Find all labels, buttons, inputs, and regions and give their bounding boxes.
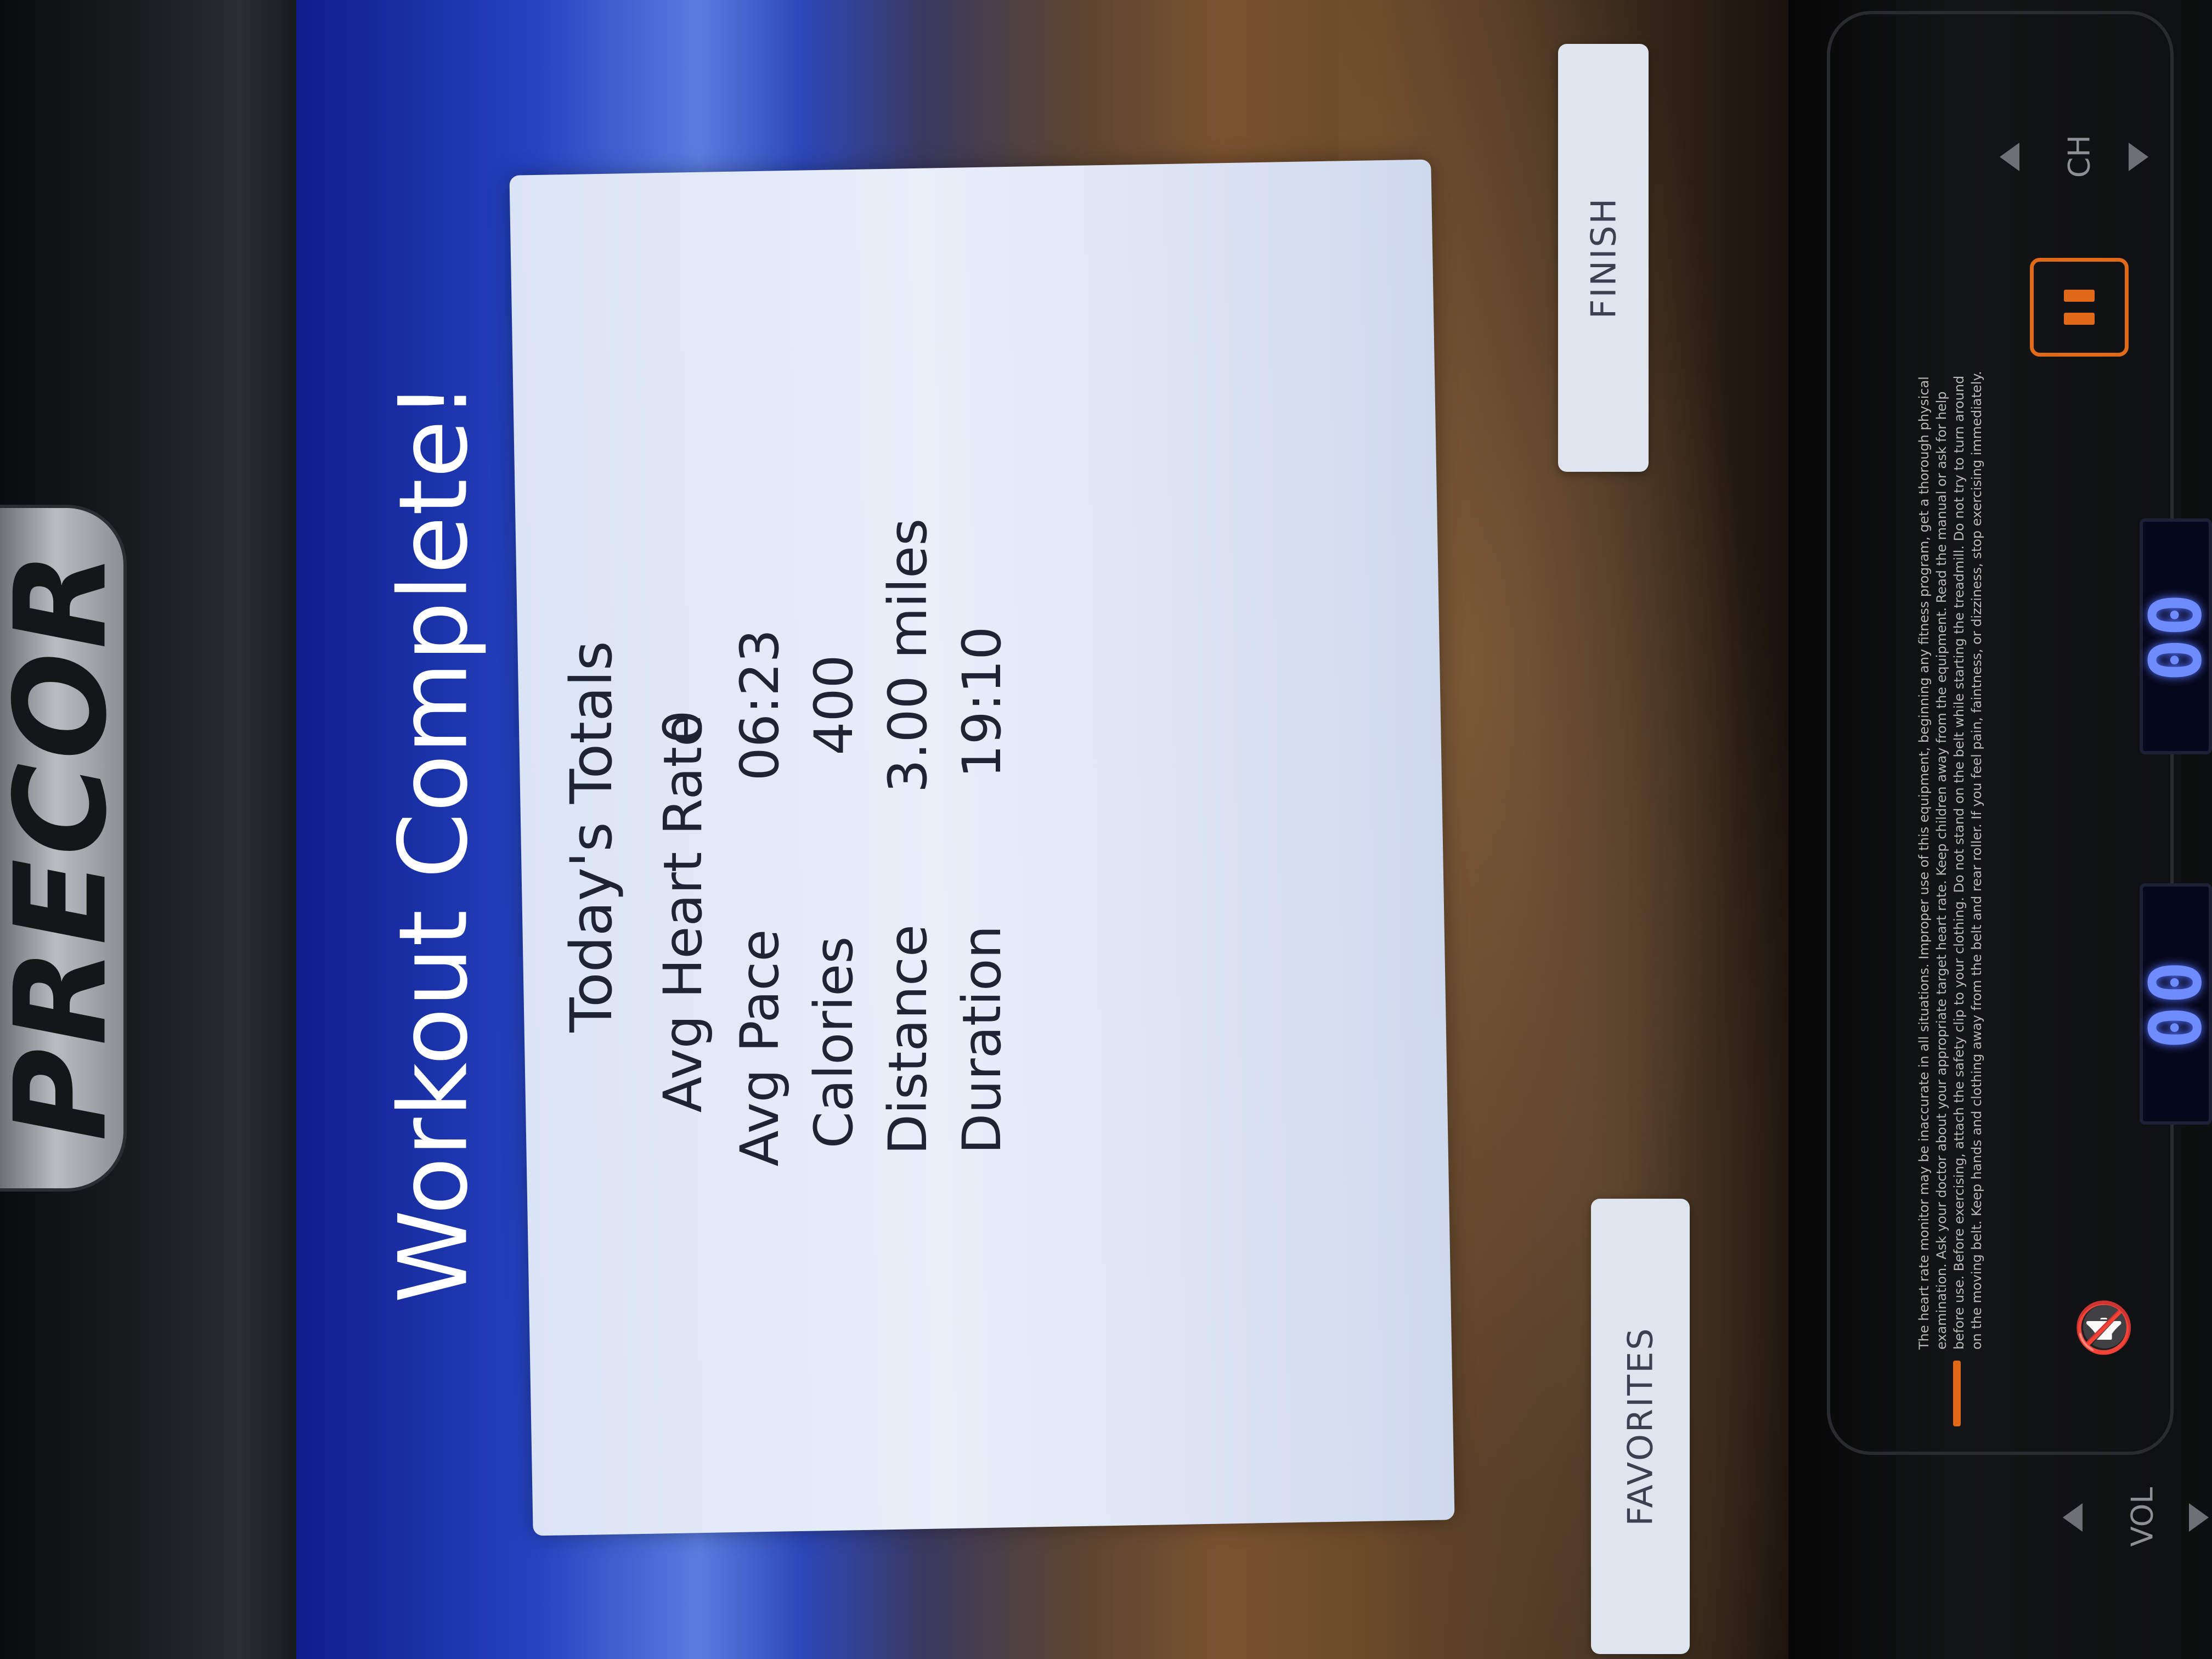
favorites-button-label: FAVORITES — [1620, 1327, 1661, 1526]
volume-label: VOL — [2125, 1487, 2160, 1547]
stat-label-avg-pace: Avg Pace — [729, 929, 791, 1167]
stat-value-calories: 400 — [803, 654, 865, 755]
brand-logo: PRECOR — [0, 548, 135, 1142]
safety-warning-text: The heart rate monitor may be inaccurate… — [1916, 371, 1984, 1350]
channel-up-icon[interactable] — [2000, 143, 2019, 171]
channel-label: CH — [2062, 134, 2097, 178]
lcd-display-top: 00 — [2134, 518, 2212, 754]
stat-label-avg-heart-rate: Avg Heart Rate — [652, 714, 714, 1113]
stat-label-distance: Distance — [877, 924, 939, 1155]
page-title: Workout Complete! — [378, 381, 489, 1304]
stat-label-calories: Calories — [803, 936, 865, 1149]
lcd-digits-bottom: 00 — [2134, 958, 2212, 1049]
section-title: Today's Totals — [558, 641, 625, 1032]
summary-panel — [509, 159, 1455, 1536]
stat-value-distance: 3.00 miles — [877, 518, 939, 793]
stat-value-avg-heart-rate: 0 — [652, 710, 714, 744]
mute-icon[interactable]: 🔇 — [2075, 1297, 2133, 1358]
lcd-display-bottom: 00 — [2134, 883, 2212, 1125]
stat-value-duration: 19:10 — [951, 626, 1013, 778]
volume-up-icon[interactable] — [2063, 1503, 2083, 1532]
favorites-button[interactable]: FAVORITES — [1591, 1199, 1690, 1654]
channel-down-icon[interactable] — [2129, 143, 2148, 171]
lcd-digits-top: 00 — [2134, 591, 2212, 682]
finish-button-label: FINISH — [1583, 196, 1623, 319]
stat-label-duration: Duration — [951, 925, 1013, 1154]
console-frame — [1827, 11, 2174, 1455]
stat-value-avg-pace: 06:23 — [729, 629, 791, 781]
warning-accent — [1953, 1361, 1961, 1426]
volume-down-icon[interactable] — [2189, 1503, 2209, 1532]
pause-icon — [2064, 285, 2095, 329]
finish-button[interactable]: FINISH — [1558, 44, 1649, 472]
